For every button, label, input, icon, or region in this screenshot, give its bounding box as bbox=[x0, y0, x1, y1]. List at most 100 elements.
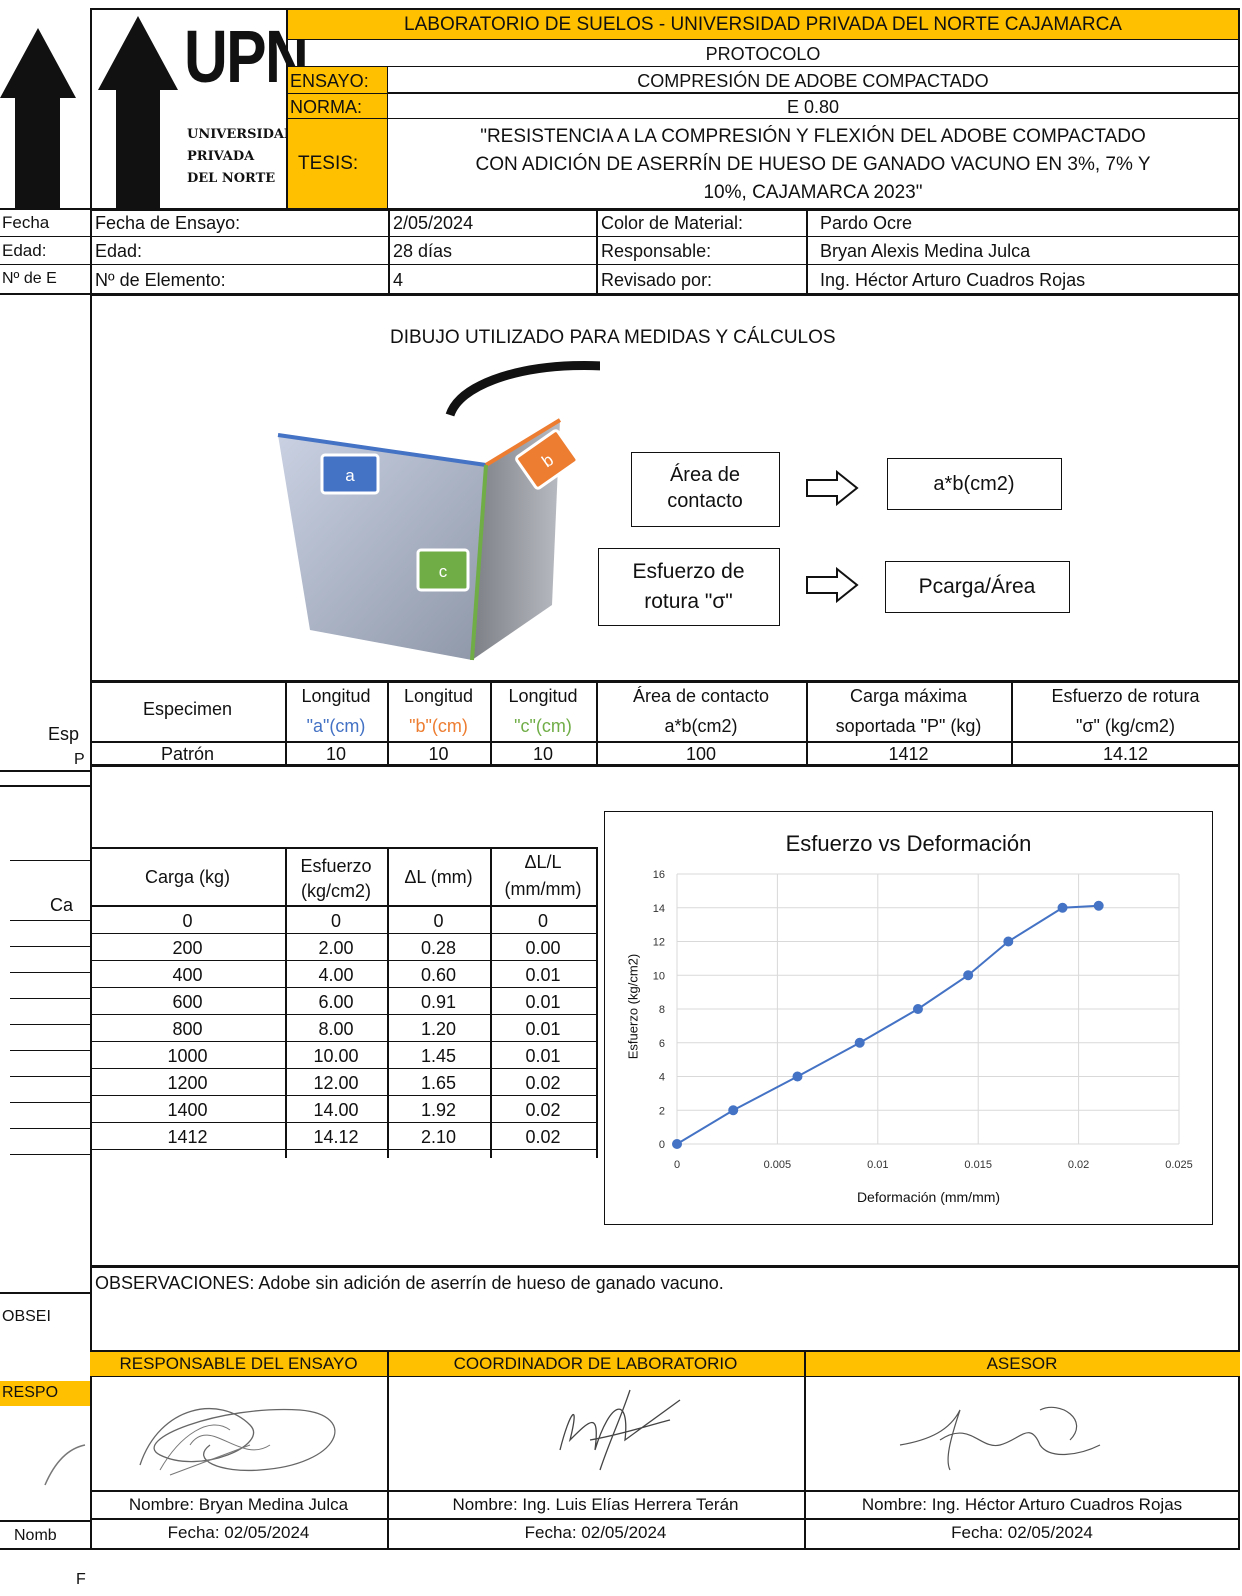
load-cell: 1000 bbox=[167, 1046, 208, 1066]
x-tick-label: 0.015 bbox=[964, 1159, 992, 1171]
spec-cell: 10 bbox=[428, 744, 449, 764]
signature-1-icon bbox=[139, 1408, 336, 1476]
x-tick-label: 0.005 bbox=[764, 1159, 792, 1171]
load-cell: 600 bbox=[172, 992, 203, 1012]
load-cell: 0 bbox=[330, 911, 341, 931]
spec-cell: 100 bbox=[685, 744, 717, 764]
tesis-line3: 10%, CAJAMARCA 2023" bbox=[703, 182, 923, 203]
norma-value: E 0.80 bbox=[388, 94, 1238, 119]
ensayo-label: ENSAYO: bbox=[288, 67, 388, 94]
load-h2a: Esfuerzo bbox=[300, 856, 372, 876]
tesis-line2: CON ADICIÓN DE ASERRÍN DE HUESO DE GANAD… bbox=[475, 154, 1151, 175]
load-cell: 0 bbox=[537, 911, 548, 931]
edad-label: Edad: bbox=[95, 241, 143, 261]
spec-h4b: "c"(cm) bbox=[514, 716, 572, 736]
spec-cell: Patrón bbox=[160, 744, 215, 764]
load-cell: 12.00 bbox=[313, 1073, 359, 1093]
color-value: Pardo Ocre bbox=[820, 213, 913, 233]
data-point bbox=[854, 1037, 865, 1048]
load-cell: 0.02 bbox=[525, 1127, 561, 1147]
strip-f: F bbox=[76, 1571, 86, 1588]
area-line2: contacto bbox=[667, 490, 743, 512]
sig-f1: Fecha: 02/05/2024 bbox=[167, 1523, 310, 1542]
logo: UPN UNIVERSIDAD PRIVADA DEL NORTE bbox=[92, 10, 309, 208]
load-cell: 0.01 bbox=[525, 965, 561, 985]
load-cell: 0.28 bbox=[420, 938, 457, 958]
spec-cell: 10 bbox=[325, 744, 347, 764]
sig-f3: Fecha: 02/05/2024 bbox=[951, 1523, 1093, 1542]
load-cell: 14.00 bbox=[313, 1100, 359, 1120]
data-point bbox=[728, 1105, 739, 1116]
ensayo-label-text: ENSAYO: bbox=[290, 71, 369, 91]
spec-h2a: Longitud bbox=[301, 686, 371, 706]
data-point bbox=[1093, 900, 1104, 911]
norma-label-text: NORMA: bbox=[290, 97, 362, 117]
tesis-label: TESIS: bbox=[288, 119, 388, 208]
spec-h7b: "σ" (kg/cm2) bbox=[1076, 716, 1175, 736]
rev-label: Revisado por: bbox=[601, 270, 713, 290]
rev-value: Ing. Héctor Arturo Cuadros Rojas bbox=[820, 270, 1086, 290]
diagram-title: DIBUJO UTILIZADO PARA MEDIDAS Y CÁLCULOS bbox=[390, 327, 836, 348]
logo-sub2: PRIVADA bbox=[187, 149, 255, 164]
y-tick-label: 16 bbox=[653, 869, 665, 881]
esf-line1: Esfuerzo de bbox=[632, 560, 745, 583]
y-tick-label: 10 bbox=[653, 970, 665, 982]
load-cell: 0.60 bbox=[420, 965, 457, 985]
load-h3: ΔL (mm) bbox=[404, 867, 473, 887]
ensayo-value: COMPRESIÓN DE ADOBE COMPACTADO bbox=[388, 67, 1238, 94]
main-frame bbox=[90, 8, 1240, 1550]
area-formula: a*b(cm2) bbox=[933, 473, 1015, 495]
spec-h1: Especimen bbox=[142, 699, 233, 719]
y-tick-label: 6 bbox=[659, 1038, 665, 1050]
logo-arrow-icon bbox=[98, 16, 178, 208]
strip-ca: Ca bbox=[50, 895, 74, 915]
load-cell: 0.01 bbox=[525, 1019, 561, 1039]
area-formula-box: a*b(cm2) bbox=[887, 458, 1062, 510]
y-tick-label: 4 bbox=[659, 1072, 665, 1084]
x-tick-label: 0 bbox=[674, 1159, 680, 1171]
tesis-value: "RESISTENCIA A LA COMPRESIÓN Y FLEXIÓN D… bbox=[388, 119, 1238, 208]
spec-h2b: "a"(cm) bbox=[306, 716, 366, 736]
sig-n1: Nombre: Bryan Medina Julca bbox=[128, 1495, 349, 1514]
x-tick-label: 0.02 bbox=[1068, 1159, 1089, 1171]
load-cell: 200 bbox=[172, 938, 203, 958]
tesis-label-text: TESIS: bbox=[298, 153, 359, 174]
spec-cell: 1412 bbox=[888, 744, 929, 764]
data-point bbox=[963, 970, 974, 981]
tesis-line1: "RESISTENCIA A LA COMPRESIÓN Y FLEXIÓN D… bbox=[480, 126, 1146, 147]
load-cell: 1200 bbox=[167, 1073, 208, 1093]
elem-label: Nº de Elemento: bbox=[95, 270, 226, 290]
y-tick-label: 2 bbox=[659, 1105, 665, 1117]
y-tick-label: 8 bbox=[659, 1004, 665, 1016]
load-cell: 1.45 bbox=[420, 1046, 457, 1066]
y-tick-label: 12 bbox=[653, 937, 665, 949]
lab-title: LABORATORIO DE SUELOS - UNIVERSIDAD PRIV… bbox=[404, 14, 1122, 35]
strip-p: P bbox=[74, 751, 85, 768]
sig-f2: Fecha: 02/05/2024 bbox=[524, 1523, 667, 1542]
spec-cell: 10 bbox=[532, 744, 554, 764]
load-cell: 10.00 bbox=[313, 1046, 359, 1066]
load-cell: 1.20 bbox=[420, 1019, 457, 1039]
load-h4b: (mm/mm) bbox=[504, 879, 582, 899]
load-cell: 0.01 bbox=[525, 1046, 561, 1066]
right-arrow-icon-2 bbox=[806, 567, 859, 603]
spec-h5b: a*b(cm2) bbox=[664, 716, 738, 736]
label-a: a bbox=[345, 466, 355, 485]
right-arrow-icon bbox=[806, 470, 859, 506]
load-cell: 400 bbox=[172, 965, 203, 985]
load-cell: 1.92 bbox=[420, 1100, 457, 1120]
sig-h3: ASESOR bbox=[986, 1354, 1058, 1373]
protocolo-row: PROTOCOLO bbox=[288, 40, 1238, 67]
spec-h6a: Carga máxima bbox=[849, 686, 968, 706]
load-cell: 0.91 bbox=[420, 992, 457, 1012]
observaciones: OBSERVACIONES: Adobe sin adición de aser… bbox=[95, 1273, 724, 1293]
elem-value: 4 bbox=[393, 270, 404, 290]
norma-value-text: E 0.80 bbox=[786, 97, 840, 117]
strip-elemento: Nº de E bbox=[2, 270, 57, 287]
esf-line2: rotura "σ" bbox=[644, 590, 733, 613]
cube-diagram: a b c bbox=[277, 360, 600, 661]
sig-h2: COORDINADOR DE LABORATORIO bbox=[453, 1354, 738, 1373]
logo-sub3: DEL NORTE bbox=[187, 171, 276, 186]
spec-cell: 14.12 bbox=[1102, 744, 1149, 764]
load-cell: 8.00 bbox=[318, 1019, 354, 1039]
